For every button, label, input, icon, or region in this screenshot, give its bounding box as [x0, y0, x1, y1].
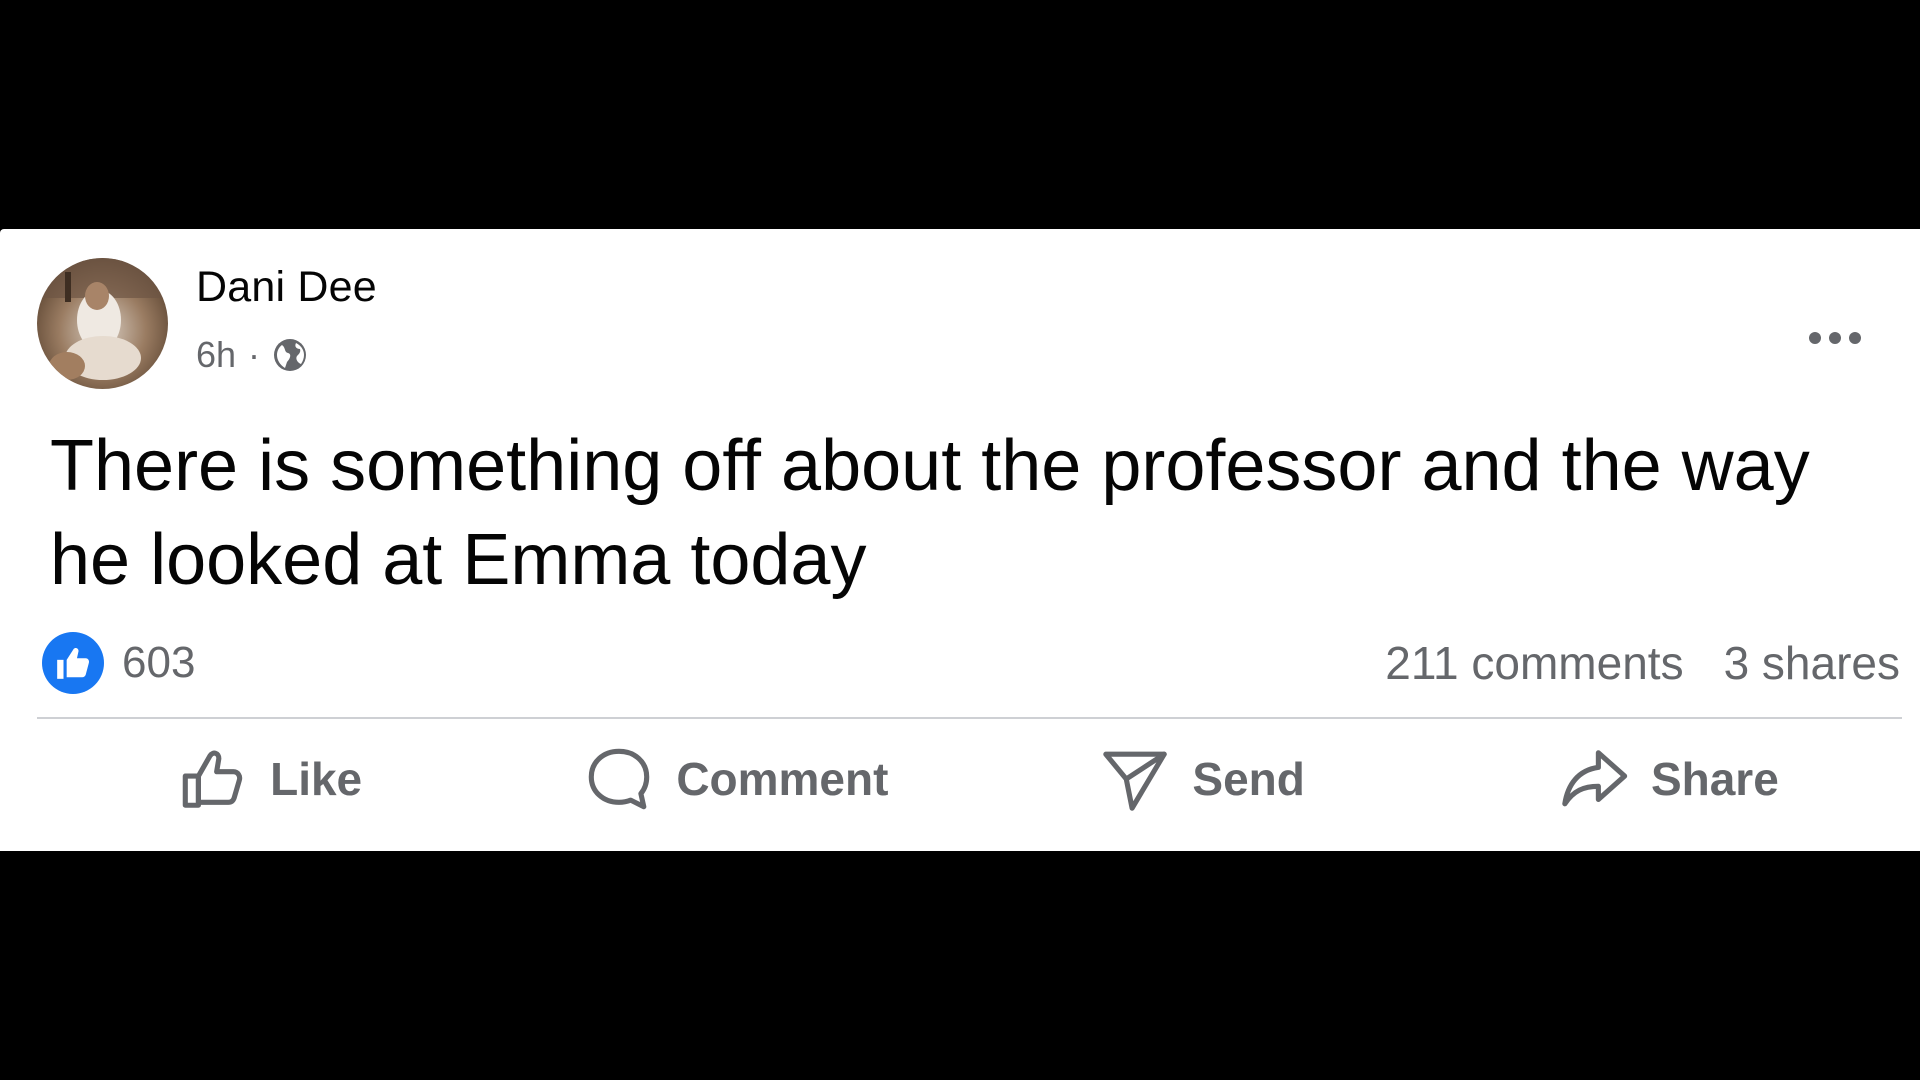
post-time[interactable]: 6h	[196, 334, 236, 376]
send-button[interactable]: Send	[970, 719, 1436, 839]
more-options-button[interactable]	[1800, 313, 1870, 363]
post-meta: 6h ·	[196, 333, 310, 377]
like-reaction-icon	[42, 632, 104, 694]
comment-label: Comment	[676, 753, 889, 805]
reaction-count: 603	[122, 638, 196, 687]
share-icon	[1562, 750, 1628, 807]
avatar-image	[37, 258, 168, 389]
comments-count-link[interactable]: 211 comments	[1385, 636, 1683, 690]
meta-separator: ·	[248, 334, 261, 375]
more-icon	[1809, 332, 1861, 344]
like-button[interactable]: Like	[37, 719, 503, 839]
post-card: Dani Dee 6h · There is something off abo…	[0, 229, 1920, 851]
share-button[interactable]: Share	[1436, 719, 1902, 839]
post-text: There is something off about the profess…	[50, 426, 1810, 600]
shares-count-link[interactable]: 3 shares	[1724, 636, 1900, 690]
author-name[interactable]: Dani Dee	[196, 263, 377, 312]
thumbs-up-icon	[182, 750, 243, 808]
reactions-summary[interactable]: 603	[42, 632, 195, 694]
comment-button[interactable]: Comment	[503, 719, 969, 839]
send-icon	[1103, 751, 1168, 811]
like-label: Like	[270, 753, 363, 805]
send-label: Send	[1192, 753, 1305, 805]
globe-icon[interactable]	[270, 335, 310, 375]
action-bar: Like Comment Send Share	[37, 719, 1902, 839]
share-label: Share	[1650, 753, 1779, 805]
engagement-stats: 211 comments 3 shares	[1385, 632, 1900, 694]
comment-icon	[589, 748, 650, 810]
author-avatar[interactable]	[37, 258, 168, 389]
